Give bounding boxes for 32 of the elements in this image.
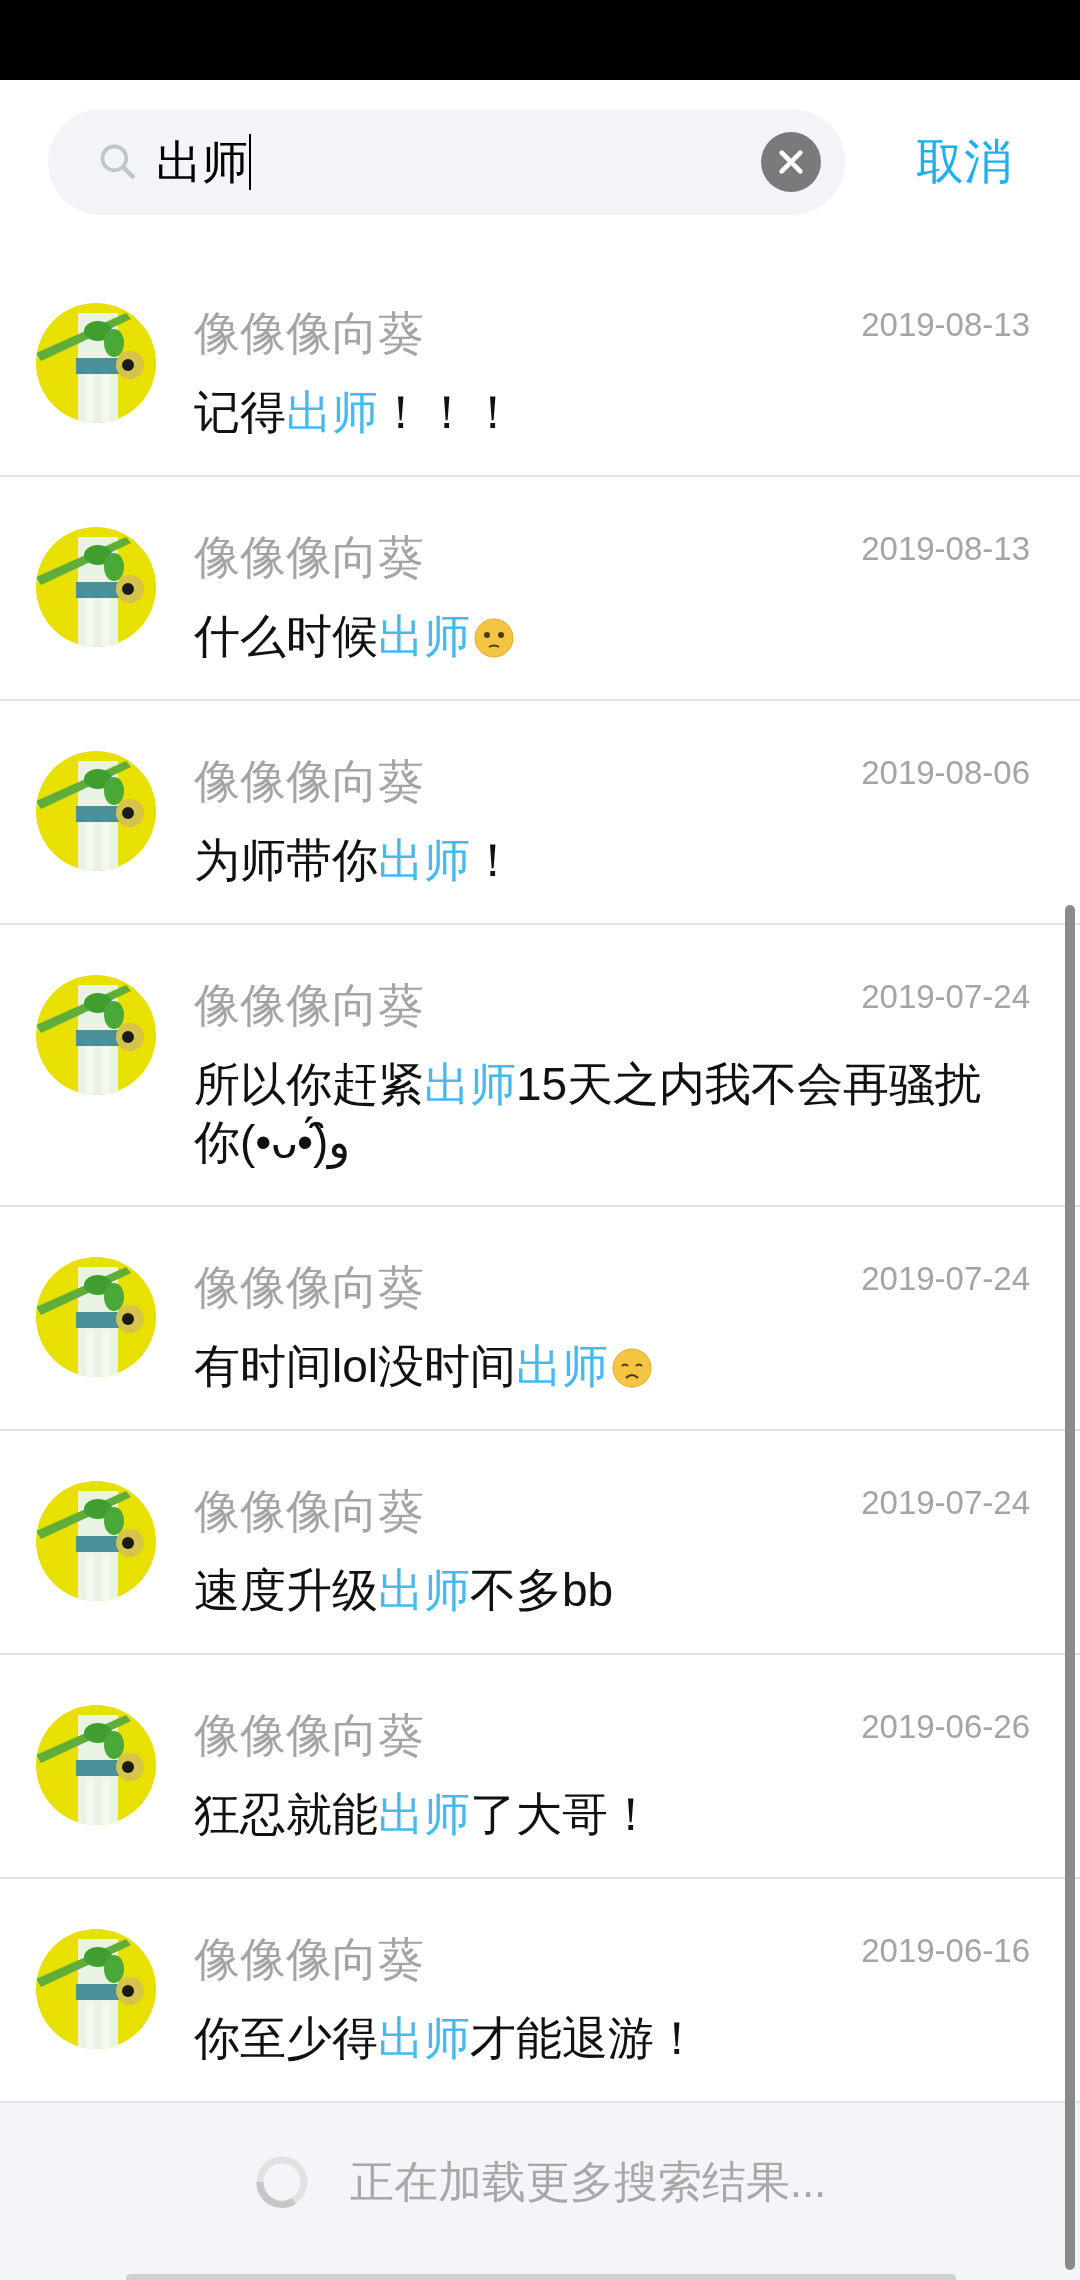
search-field[interactable]: 出师: [48, 108, 845, 215]
search-text: 出师: [156, 133, 251, 190]
message-date: 2019-08-13: [861, 529, 1030, 569]
message-date: 2019-07-24: [861, 977, 1030, 1017]
message-text: 速度升级出师不多bb: [194, 1563, 615, 1618]
message-text: 为师带你出师！: [194, 833, 517, 888]
contact-name: 像像像向葵: [194, 754, 424, 809]
result-row[interactable]: 像像像向葵 2019-08-06 为师带你出师！: [0, 701, 1080, 925]
contact-name: 像像像向葵: [194, 530, 424, 585]
message-date: 2019-06-26: [861, 1707, 1030, 1747]
scrollbar[interactable]: [1065, 905, 1075, 2270]
message-date: 2019-08-13: [861, 305, 1030, 345]
contact-name: 像像像向葵: [194, 306, 424, 361]
result-row[interactable]: 像像像向葵 2019-08-13 什么时候出师: [0, 477, 1080, 701]
result-row[interactable]: 像像像向葵 2019-08-13 记得出师！！！: [0, 253, 1080, 477]
puzzled-face-icon: [474, 618, 514, 658]
contact-name: 像像像向葵: [194, 1932, 424, 1987]
message-text: 什么时候出师: [194, 607, 1030, 665]
loading-text: 正在加载更多搜索结果...: [349, 2155, 827, 2208]
message-date: 2019-07-24: [861, 1483, 1030, 1523]
contact-name: 像像像向葵: [194, 1260, 424, 1315]
contact-name: 像像像向葵: [194, 1484, 424, 1539]
message-date: 2019-06-16: [861, 1931, 1030, 1971]
message-text: 狂忍就能出师了大哥！: [194, 1787, 655, 1842]
contact-name: 像像像向葵: [194, 1708, 424, 1763]
message-text: 有时间lol没时间出师: [194, 1337, 1030, 1395]
message-date: 2019-08-06: [861, 753, 1030, 793]
sad-face-icon: [612, 1348, 653, 1388]
message-text: 你至少得出师才能退游！: [194, 2011, 701, 2066]
contact-name: 像像像向葵: [194, 978, 424, 1033]
message-text: 记得出师！！！: [194, 385, 517, 440]
message-date: 2019-07-24: [861, 1259, 1030, 1299]
